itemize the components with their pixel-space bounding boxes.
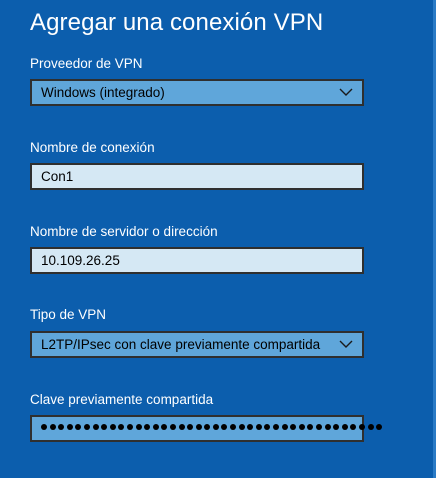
vpn-provider-select[interactable]: Windows (integrado) [30, 79, 364, 106]
password-dot [255, 424, 262, 430]
password-dot [178, 424, 185, 430]
server-address-value: 10.109.26.25 [41, 253, 120, 268]
password-dot [152, 424, 159, 430]
password-dot [204, 424, 211, 430]
password-dot [358, 424, 365, 430]
password-dot [144, 424, 151, 430]
password-dot [135, 424, 142, 430]
connection-name-value: Con1 [41, 169, 74, 184]
password-dot [41, 424, 47, 430]
password-dot [350, 424, 357, 430]
vpn-provider-label: Proveedor de VPN [30, 56, 143, 71]
password-dot [230, 424, 237, 430]
password-dot [273, 424, 280, 430]
password-dot [187, 424, 194, 430]
server-address-label: Nombre de servidor o dirección [30, 224, 218, 239]
connection-name-input[interactable]: Con1 [30, 163, 364, 190]
password-dot [238, 424, 245, 430]
preshared-key-masked-value [41, 424, 383, 434]
password-dot [221, 424, 228, 430]
password-dot [101, 424, 108, 430]
connection-name-label: Nombre de conexión [30, 140, 155, 155]
password-dot [298, 424, 305, 430]
password-dot [247, 424, 254, 430]
password-dot [49, 424, 56, 430]
password-dot [281, 424, 288, 430]
password-dot [109, 424, 116, 430]
password-dot [264, 424, 271, 430]
password-dot [367, 424, 374, 430]
password-dot [83, 424, 90, 430]
password-dot [75, 424, 82, 430]
password-dot [118, 424, 125, 430]
password-dot [169, 424, 176, 430]
preshared-key-label: Clave previamente compartida [30, 392, 214, 407]
password-dot [58, 424, 65, 430]
password-dot [316, 424, 322, 430]
password-dot [307, 424, 314, 430]
preshared-key-input[interactable] [30, 415, 383, 442]
password-dot [290, 424, 297, 430]
password-dot [92, 424, 99, 430]
password-dot [376, 424, 383, 430]
password-dot [126, 424, 133, 430]
password-dot [195, 424, 202, 430]
password-dot [66, 424, 73, 430]
vpn-type-select[interactable]: L2TP/IPsec con clave previamente compart… [30, 331, 364, 358]
password-dot [212, 424, 219, 430]
chevron-down-icon [339, 88, 353, 96]
server-address-input[interactable]: 10.109.26.25 [30, 247, 364, 274]
password-dot [341, 424, 348, 430]
vpn-type-selected-value: L2TP/IPsec con clave previamente compart… [41, 337, 321, 352]
page-title: Agregar una conexión VPN [30, 9, 324, 36]
chevron-down-icon [339, 340, 353, 348]
vpn-provider-selected-value: Windows (integrado) [41, 85, 165, 100]
vpn-type-label: Tipo de VPN [30, 307, 107, 322]
password-dot [333, 424, 340, 430]
password-dot [161, 424, 168, 430]
password-dot [324, 424, 331, 430]
